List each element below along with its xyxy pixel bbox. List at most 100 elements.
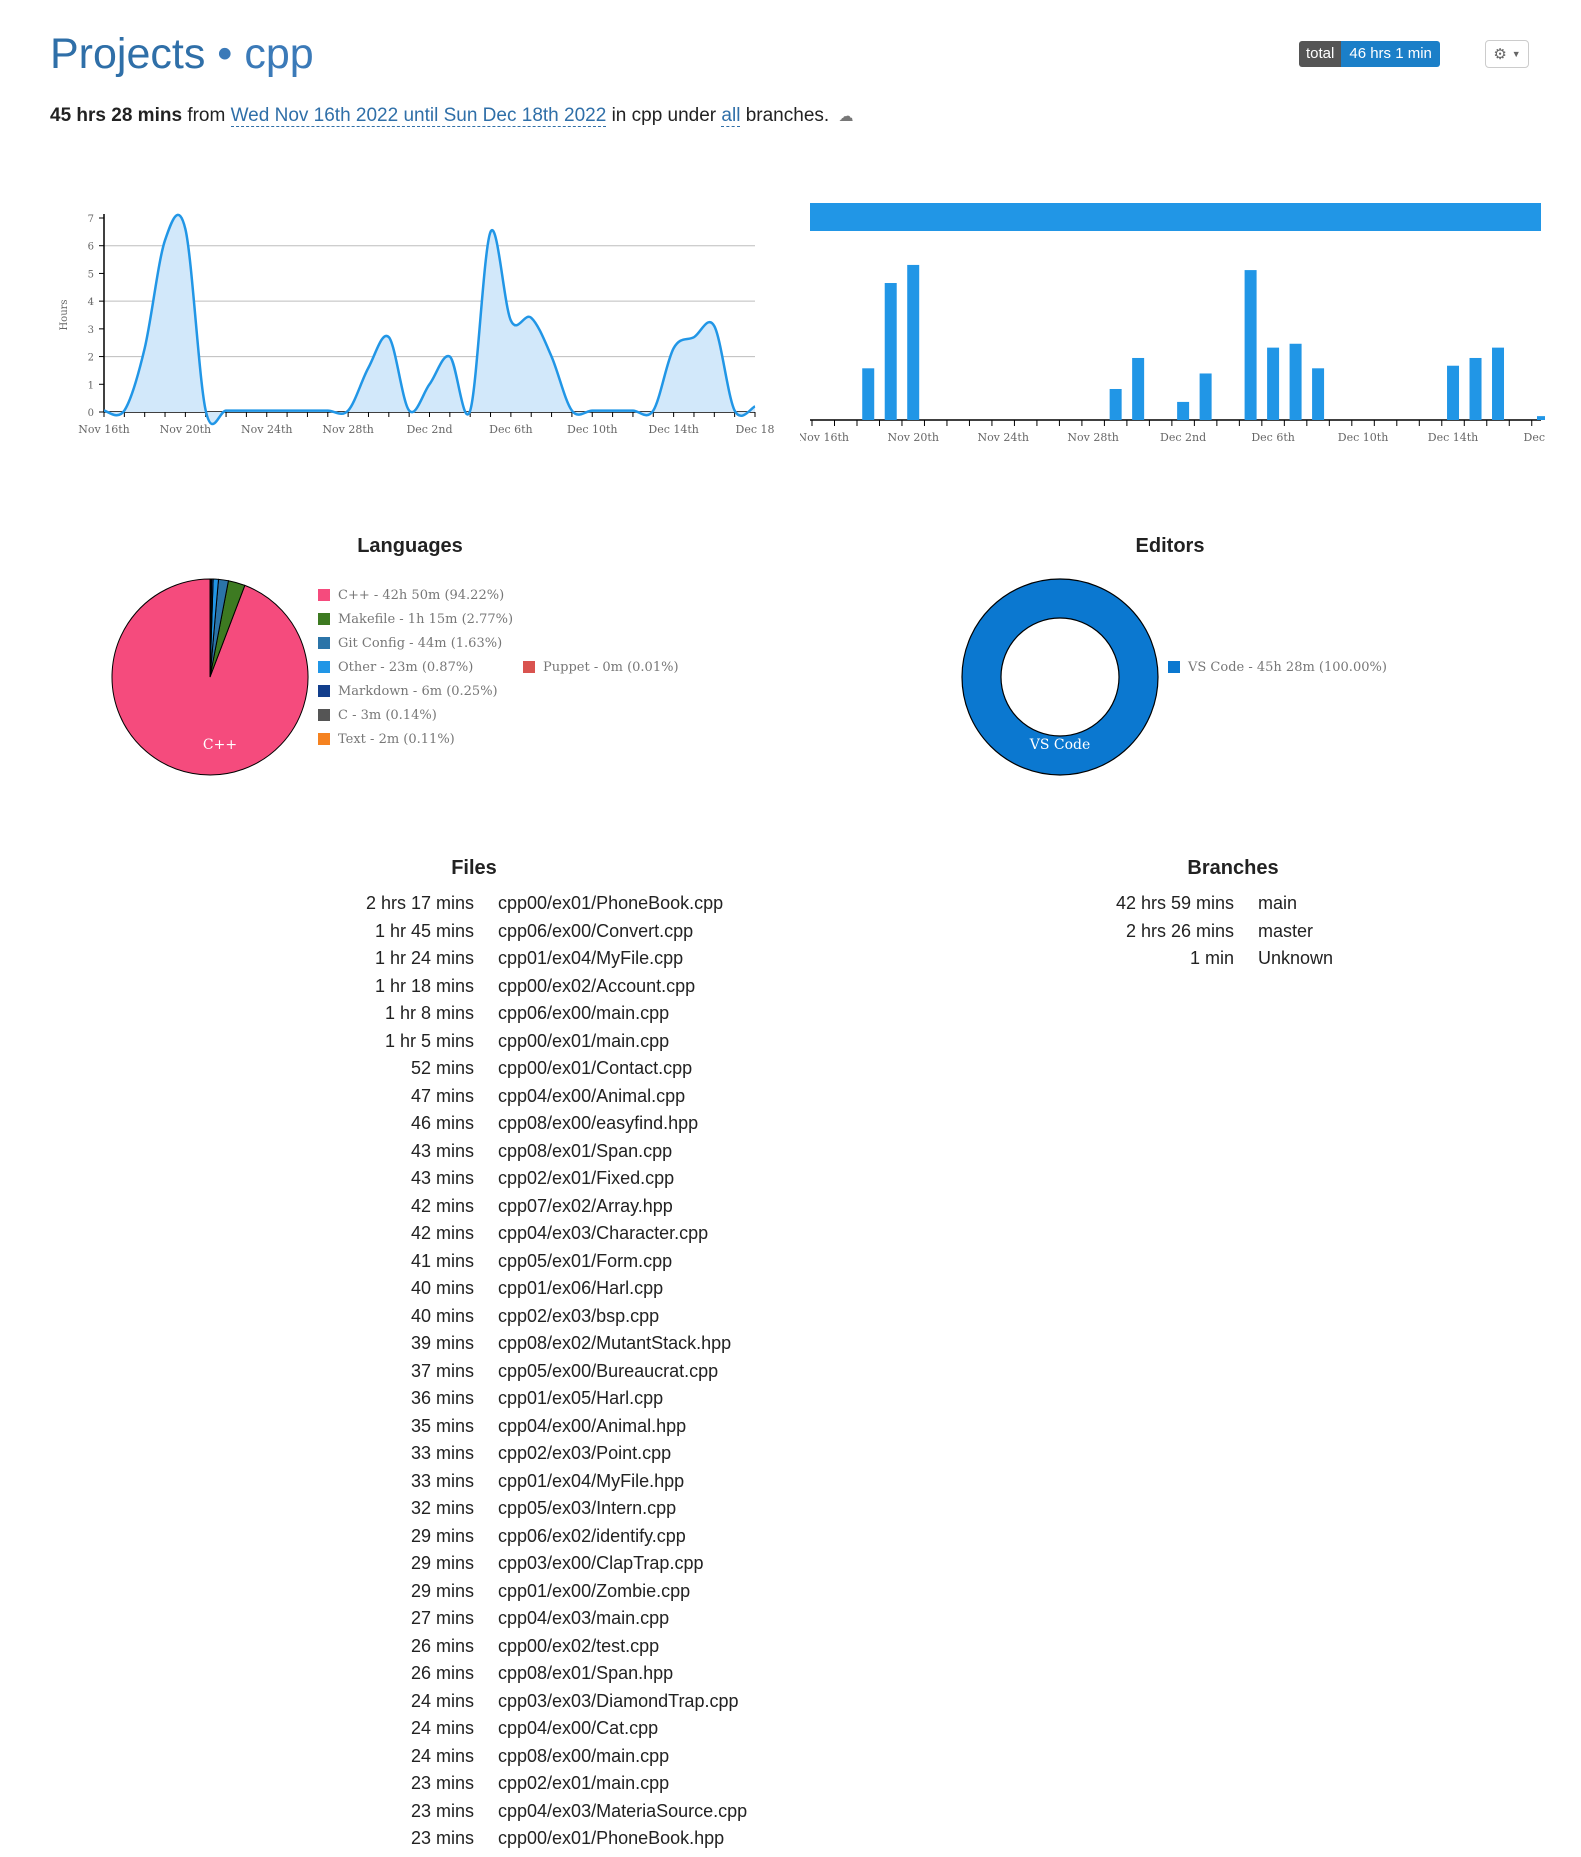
legend-item: C - 3m (0.14%) (318, 703, 688, 727)
y-tick-label: 7 (88, 214, 94, 225)
bar (884, 283, 897, 420)
file-name[interactable]: cpp04/ex03/Character.cpp (498, 1223, 708, 1244)
file-name[interactable]: cpp01/ex06/Harl.cpp (498, 1278, 663, 1299)
file-row: 32 mins cpp05/ex03/Intern.cpp (300, 1495, 747, 1523)
file-name[interactable]: cpp04/ex00/Animal.cpp (498, 1086, 685, 1107)
file-name[interactable]: cpp07/ex02/Array.hpp (498, 1196, 673, 1217)
file-name[interactable]: cpp04/ex00/Cat.cpp (498, 1718, 658, 1739)
file-row: 29 mins cpp06/ex02/identify.cpp (300, 1523, 747, 1551)
bar (1132, 357, 1145, 420)
branch-name[interactable]: master (1258, 921, 1313, 942)
file-duration: 24 mins (410, 1745, 474, 1766)
file-name[interactable]: cpp02/ex01/main.cpp (498, 1773, 669, 1794)
branch-row: 42 hrs 59 mins main (1050, 890, 1333, 918)
file-name[interactable]: cpp03/ex03/DiamondTrap.cpp (498, 1691, 738, 1712)
cloud-download-icon[interactable]: ☁ (838, 108, 853, 125)
file-row: 46 mins cpp08/ex00/easyfind.hpp (300, 1110, 747, 1138)
file-row: 40 mins cpp01/ex06/Harl.cpp (300, 1275, 747, 1303)
legend-swatch (318, 589, 330, 601)
branch-duration: 1 min (1189, 948, 1234, 969)
file-row: 23 mins cpp04/ex03/MateriaSource.cpp (300, 1798, 747, 1826)
file-row: 41 mins cpp05/ex01/Form.cpp (300, 1248, 747, 1276)
file-name[interactable]: cpp04/ex00/Animal.hpp (498, 1416, 686, 1437)
bar (1199, 373, 1212, 420)
file-name[interactable]: cpp02/ex01/Fixed.cpp (498, 1168, 674, 1189)
file-name[interactable]: cpp08/ex00/easyfind.hpp (498, 1113, 698, 1134)
branch-row: 1 min Unknown (1050, 945, 1333, 973)
file-name[interactable]: cpp00/ex02/Account.cpp (498, 976, 695, 997)
file-name[interactable]: cpp01/ex00/Zombie.cpp (498, 1581, 690, 1602)
x-tick-label: Dec 2nd (1160, 431, 1206, 444)
file-name[interactable]: cpp06/ex02/identify.cpp (498, 1526, 686, 1547)
branch-name[interactable]: Unknown (1258, 948, 1333, 969)
file-duration: 26 mins (410, 1663, 474, 1684)
file-name[interactable]: cpp01/ex04/MyFile.cpp (498, 948, 683, 969)
file-duration: 23 mins (410, 1773, 474, 1794)
file-name[interactable]: cpp06/ex00/Convert.cpp (498, 921, 693, 942)
x-tick-label: Dec 10th (1338, 431, 1389, 444)
file-row: 2 hrs 17 mins cpp00/ex01/PhoneBook.cpp (300, 890, 747, 918)
file-row: 29 mins cpp03/ex00/ClapTrap.cpp (300, 1550, 747, 1578)
file-duration: 1 hr 18 mins (374, 975, 474, 996)
file-row: 52 mins cpp00/ex01/Contact.cpp (300, 1055, 747, 1083)
date-range-link[interactable]: Wed Nov 16th 2022 until Sun Dec 18th 202… (230, 105, 607, 127)
editors-donut-chart: VS Code (961, 578, 1159, 776)
file-name[interactable]: cpp08/ex01/Span.cpp (498, 1141, 672, 1162)
projects-link[interactable]: Projects (50, 30, 205, 78)
file-duration: 43 mins (410, 1140, 474, 1161)
file-name[interactable]: cpp06/ex00/main.cpp (498, 1003, 669, 1024)
branch-name[interactable]: main (1258, 893, 1297, 914)
file-name[interactable]: cpp00/ex01/PhoneBook.cpp (498, 893, 723, 914)
bar (1109, 388, 1122, 420)
file-name[interactable]: cpp08/ex02/MutantStack.hpp (498, 1333, 731, 1354)
file-name[interactable]: cpp04/ex03/main.cpp (498, 1608, 669, 1629)
file-name[interactable]: cpp08/ex00/main.cpp (498, 1746, 669, 1767)
summary-tail: branches. (745, 105, 830, 126)
file-name[interactable]: cpp02/ex03/Point.cpp (498, 1443, 671, 1464)
bar (1244, 270, 1257, 420)
file-name[interactable]: cpp05/ex01/Form.cpp (498, 1251, 672, 1272)
file-duration: 47 mins (410, 1085, 474, 1106)
legend-swatch (318, 733, 330, 745)
x-tick-label: Nov 16th (800, 431, 849, 444)
file-name[interactable]: cpp03/ex00/ClapTrap.cpp (498, 1553, 703, 1574)
file-name[interactable]: cpp05/ex00/Bureaucrat.cpp (498, 1361, 718, 1382)
file-duration: 29 mins (410, 1525, 474, 1546)
file-name[interactable]: cpp01/ex04/MyFile.hpp (498, 1471, 684, 1492)
area-fill (104, 214, 755, 425)
file-name[interactable]: cpp00/ex01/main.cpp (498, 1031, 669, 1052)
file-name[interactable]: cpp02/ex03/bsp.cpp (498, 1306, 659, 1327)
legend-swatch (1168, 661, 1180, 673)
file-name[interactable]: cpp00/ex01/PhoneBook.hpp (498, 1828, 724, 1849)
file-name[interactable]: cpp01/ex05/Harl.cpp (498, 1388, 663, 1409)
x-tick-label: Nov 24th (241, 423, 292, 436)
file-name[interactable]: cpp04/ex03/MateriaSource.cpp (498, 1801, 747, 1822)
branches-table: 42 hrs 59 mins main 2 hrs 26 mins master 1 m… (1050, 890, 1333, 973)
file-duration: 39 mins (410, 1333, 474, 1354)
file-row: 33 mins cpp02/ex03/Point.cpp (300, 1440, 747, 1468)
file-row: 42 mins cpp04/ex03/Character.cpp (300, 1220, 747, 1248)
file-duration: 40 mins (410, 1305, 474, 1326)
file-name[interactable]: cpp00/ex01/Contact.cpp (498, 1058, 692, 1079)
file-row: 27 mins cpp04/ex03/main.cpp (300, 1605, 747, 1633)
x-tick-label: Dec 18 (1524, 431, 1545, 444)
bar (907, 264, 920, 420)
legend-swatch (523, 661, 535, 673)
legend-item: Puppet - 0m (0.01%) (523, 655, 679, 679)
legend-label: Puppet - 0m (0.01%) (543, 659, 679, 675)
file-name[interactable]: cpp00/ex02/test.cpp (498, 1636, 659, 1657)
branches-filter-link[interactable]: all (721, 105, 741, 127)
legend-swatch (318, 637, 330, 649)
languages-title: Languages (357, 535, 463, 557)
y-tick-label: 0 (88, 408, 94, 419)
x-tick-label: Nov 16th (78, 423, 129, 436)
x-tick-label: Dec 18 (736, 423, 775, 436)
settings-dropdown-button[interactable]: ⚙ ▼ (1485, 40, 1529, 68)
branches-title: Branches (1187, 857, 1279, 879)
branch-row: 2 hrs 26 mins master (1050, 918, 1333, 946)
file-name[interactable]: cpp08/ex01/Span.hpp (498, 1663, 673, 1684)
legend-item: Makefile - 1h 15m (2.77%) (318, 607, 688, 631)
file-row: 42 mins cpp07/ex02/Array.hpp (300, 1193, 747, 1221)
legend-item: Text - 2m (0.11%) (318, 727, 688, 751)
file-name[interactable]: cpp05/ex03/Intern.cpp (498, 1498, 676, 1519)
